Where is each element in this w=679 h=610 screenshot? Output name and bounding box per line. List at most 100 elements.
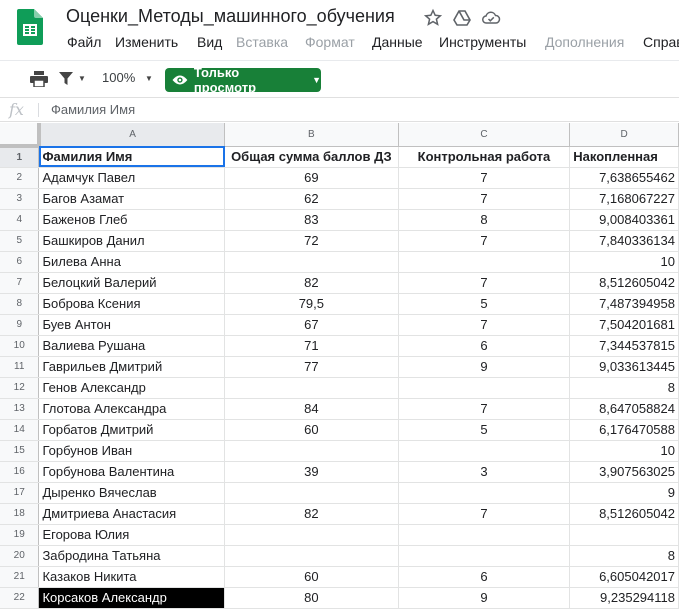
cell-name[interactable]: Забродина Татьяна: [38, 545, 226, 567]
cell-test-score[interactable]: [398, 251, 571, 273]
row-header[interactable]: 3: [0, 188, 40, 210]
cell-homework-score[interactable]: Общая сумма баллов ДЗ: [224, 146, 399, 168]
cell-homework-score[interactable]: 39: [224, 461, 399, 483]
cell-name[interactable]: Казаков Никита: [38, 566, 226, 588]
cell-cumulative[interactable]: [569, 524, 679, 546]
cell-homework-score[interactable]: 71: [224, 335, 399, 357]
cell-name[interactable]: Дмитриева Анастасия: [38, 503, 226, 525]
cell-test-score[interactable]: 7: [398, 503, 571, 525]
row-header[interactable]: 12: [0, 377, 40, 399]
print-icon[interactable]: [30, 71, 48, 87]
cell-test-score[interactable]: 8: [398, 209, 571, 231]
column-header-d[interactable]: D: [569, 123, 679, 147]
cell-name[interactable]: Горбунов Иван: [38, 440, 226, 462]
cell-cumulative[interactable]: 6,605042017: [569, 566, 679, 588]
cell-cumulative[interactable]: 8,512605042: [569, 272, 679, 294]
row-header[interactable]: 14: [0, 419, 40, 441]
row-header[interactable]: 9: [0, 314, 40, 336]
menu-help[interactable]: Справ: [643, 34, 679, 50]
cell-cumulative[interactable]: 3,907563025: [569, 461, 679, 483]
cell-name[interactable]: Адамчук Павел: [38, 167, 226, 189]
cell-name[interactable]: Горбатов Дмитрий: [38, 419, 226, 441]
cell-cumulative[interactable]: 8,512605042: [569, 503, 679, 525]
zoom-dropdown-icon[interactable]: ▼: [145, 74, 153, 83]
cell-test-score[interactable]: 7: [398, 167, 571, 189]
cell-homework-score[interactable]: 69: [224, 167, 399, 189]
cell-name[interactable]: Башкиров Данил: [38, 230, 226, 252]
cell-name[interactable]: Егорова Юлия: [38, 524, 226, 546]
cell-cumulative[interactable]: Накопленная: [569, 146, 679, 168]
cell-test-score[interactable]: [398, 482, 571, 504]
row-header[interactable]: 13: [0, 398, 40, 420]
cell-name[interactable]: Билева Анна: [38, 251, 226, 273]
cell-test-score[interactable]: 7: [398, 188, 571, 210]
cell-cumulative[interactable]: 10: [569, 251, 679, 273]
sheets-logo-icon[interactable]: [17, 9, 43, 45]
cell-cumulative[interactable]: 8: [569, 545, 679, 567]
cell-name[interactable]: Генов Александр: [38, 377, 226, 399]
row-header[interactable]: 2: [0, 167, 40, 189]
row-header[interactable]: 22: [0, 587, 40, 609]
cell-test-score[interactable]: [398, 440, 571, 462]
cell-test-score[interactable]: 6: [398, 566, 571, 588]
cell-name[interactable]: Фамилия Имя: [38, 146, 226, 168]
formula-input[interactable]: Фамилия Имя: [51, 102, 135, 117]
cell-homework-score[interactable]: 84: [224, 398, 399, 420]
cell-cumulative[interactable]: 9,008403361: [569, 209, 679, 231]
row-header[interactable]: 21: [0, 566, 40, 588]
menu-view[interactable]: Вид: [197, 34, 222, 50]
row-header[interactable]: 8: [0, 293, 40, 315]
cell-homework-score[interactable]: [224, 545, 399, 567]
cell-homework-score[interactable]: [224, 377, 399, 399]
cell-test-score[interactable]: 3: [398, 461, 571, 483]
cell-test-score[interactable]: [398, 377, 571, 399]
cell-cumulative[interactable]: 7,504201681: [569, 314, 679, 336]
column-header-a[interactable]: A: [38, 123, 226, 147]
filter-dropdown-icon[interactable]: ▼: [78, 74, 86, 83]
menu-edit[interactable]: Изменить: [115, 34, 178, 50]
cell-test-score[interactable]: 6: [398, 335, 571, 357]
cell-homework-score[interactable]: 79,5: [224, 293, 399, 315]
cell-name[interactable]: Баженов Глеб: [38, 209, 226, 231]
cell-name[interactable]: Белоцкий Валерий: [38, 272, 226, 294]
cell-test-score[interactable]: 7: [398, 230, 571, 252]
cell-cumulative[interactable]: 9: [569, 482, 679, 504]
star-icon[interactable]: [423, 8, 443, 28]
row-header[interactable]: 17: [0, 482, 40, 504]
cell-homework-score[interactable]: [224, 482, 399, 504]
menu-file[interactable]: Файл: [67, 34, 101, 50]
cell-homework-score[interactable]: 80: [224, 587, 399, 609]
cell-cumulative[interactable]: 9,235294118: [569, 587, 679, 609]
cell-homework-score[interactable]: 77: [224, 356, 399, 378]
cell-test-score[interactable]: [398, 524, 571, 546]
cell-cumulative[interactable]: 7,344537815: [569, 335, 679, 357]
cell-homework-score[interactable]: 82: [224, 272, 399, 294]
cell-homework-score[interactable]: 82: [224, 503, 399, 525]
cell-name[interactable]: Валиева Рушана: [38, 335, 226, 357]
cell-homework-score[interactable]: [224, 251, 399, 273]
row-header[interactable]: 11: [0, 356, 40, 378]
cell-test-score[interactable]: 5: [398, 293, 571, 315]
cell-homework-score[interactable]: 60: [224, 419, 399, 441]
cell-homework-score[interactable]: [224, 524, 399, 546]
cell-test-score[interactable]: 9: [398, 587, 571, 609]
cell-name[interactable]: Гаврильев Дмитрий: [38, 356, 226, 378]
cell-cumulative[interactable]: 8: [569, 377, 679, 399]
cell-homework-score[interactable]: 60: [224, 566, 399, 588]
row-header[interactable]: 1: [0, 146, 40, 168]
row-header[interactable]: 6: [0, 251, 40, 273]
row-header[interactable]: 15: [0, 440, 40, 462]
cell-homework-score[interactable]: [224, 440, 399, 462]
cell-name[interactable]: Глотова Александра: [38, 398, 226, 420]
row-header[interactable]: 19: [0, 524, 40, 546]
cell-name[interactable]: Дыренко Вячеслав: [38, 482, 226, 504]
cell-name[interactable]: Боброва Ксения: [38, 293, 226, 315]
menu-insert[interactable]: Вставка: [236, 34, 288, 50]
cell-cumulative[interactable]: 7,168067227: [569, 188, 679, 210]
cell-homework-score[interactable]: 72: [224, 230, 399, 252]
row-header[interactable]: 5: [0, 230, 40, 252]
cell-test-score[interactable]: 7: [398, 272, 571, 294]
cell-test-score[interactable]: Контрольная работа: [398, 146, 571, 168]
row-header[interactable]: 7: [0, 272, 40, 294]
cell-test-score[interactable]: 5: [398, 419, 571, 441]
